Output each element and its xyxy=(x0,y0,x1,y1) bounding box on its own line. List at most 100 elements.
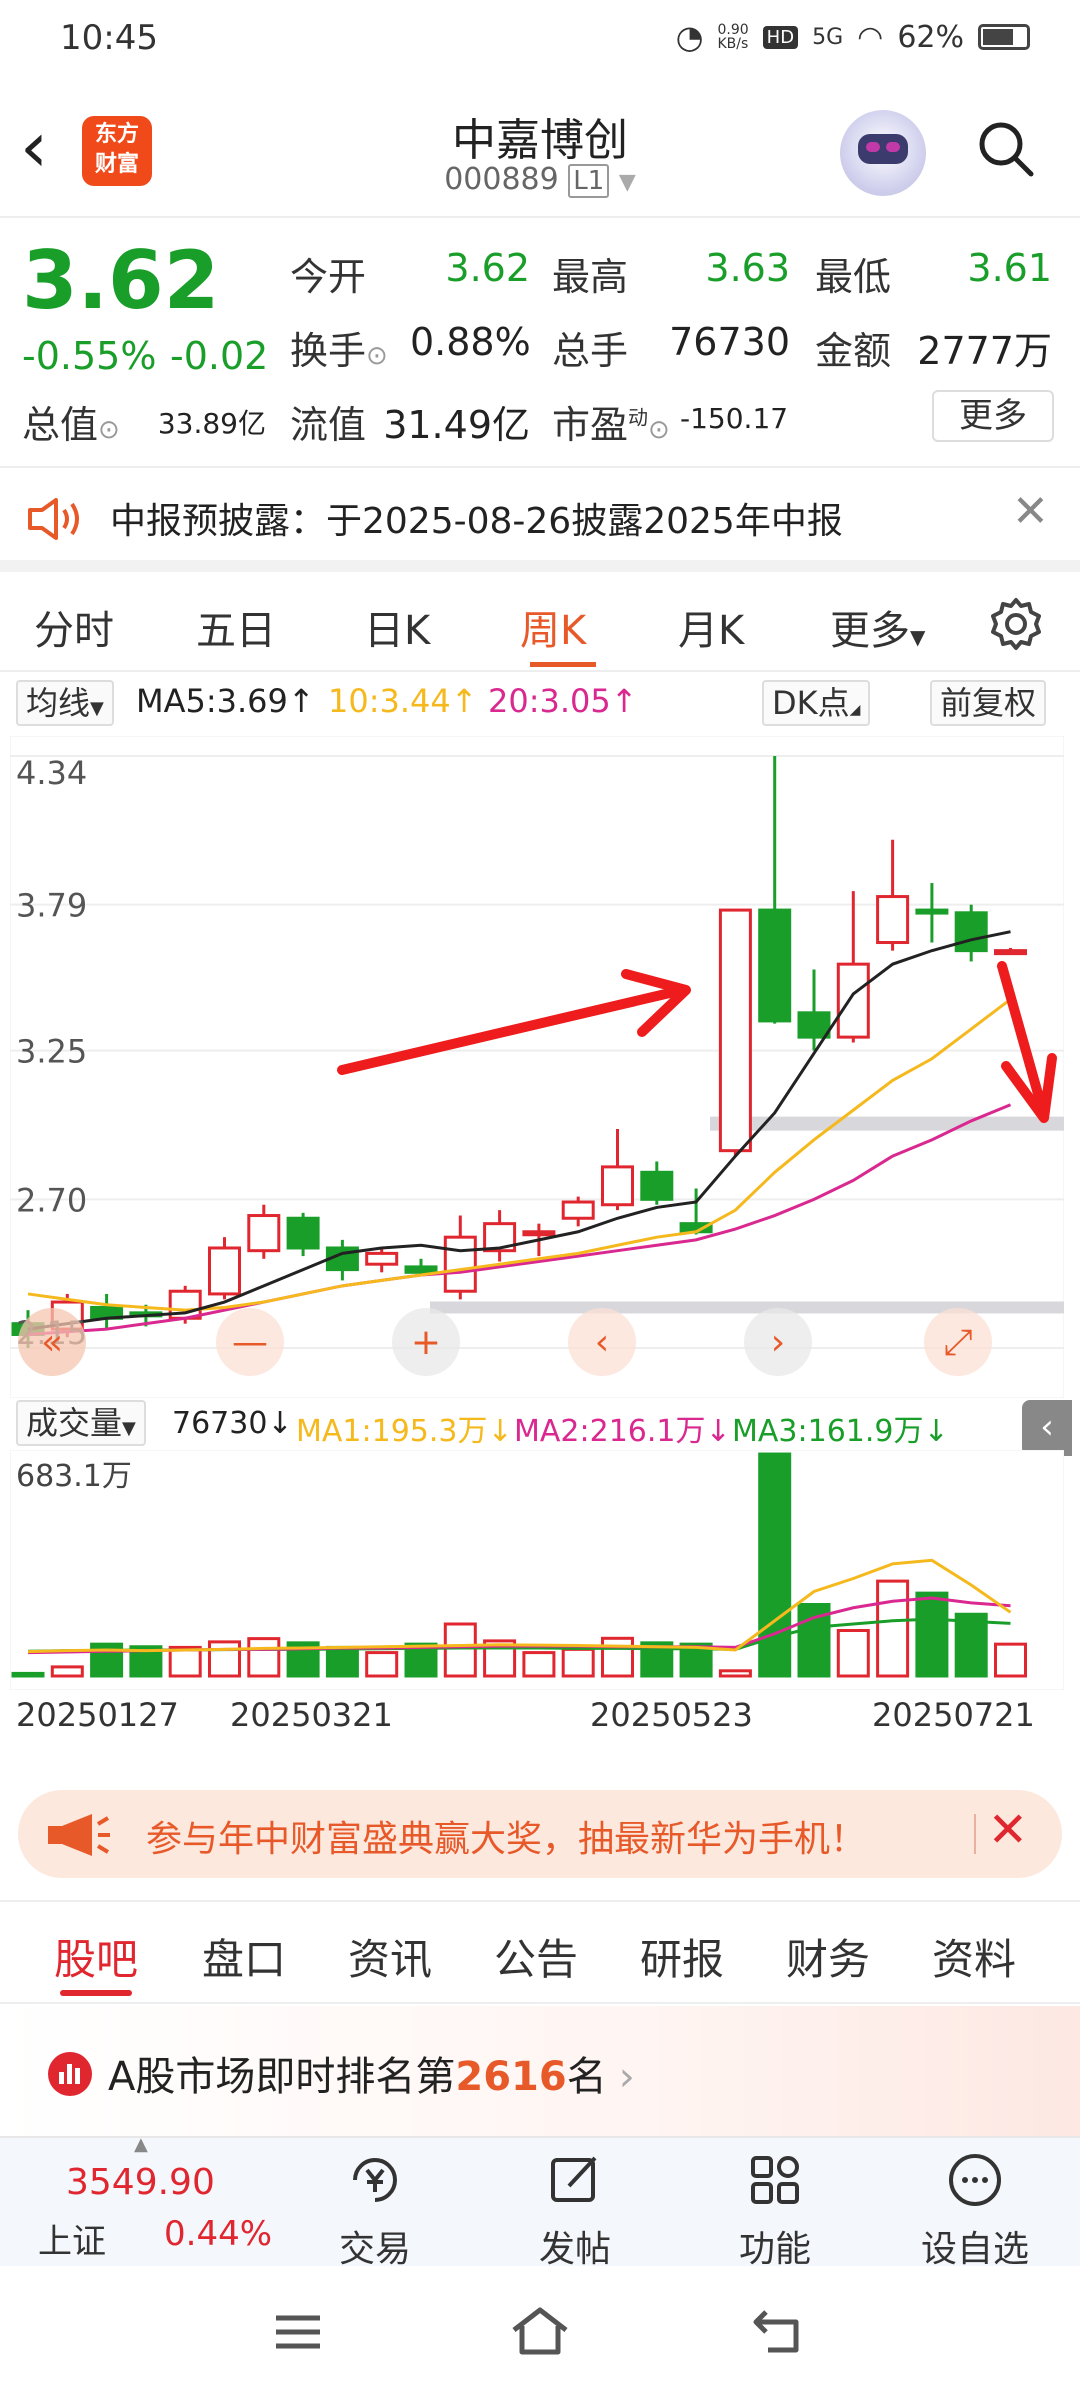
candle-up xyxy=(561,1200,595,1220)
y-tick-label: 3.25 xyxy=(16,1033,87,1071)
tab-intraday[interactable]: 分时 xyxy=(34,598,114,656)
status-icons: ◔ 0.90 KB/s HD 5G ◠ 62% xyxy=(676,18,1030,56)
collapse-panel-button[interactable]: ‹ xyxy=(1022,1400,1072,1456)
turnover-label-text: 换手 xyxy=(290,329,367,373)
turnover-label[interactable]: 换手⊙ xyxy=(290,320,388,375)
home-icon[interactable] xyxy=(508,2304,572,2358)
tab-monthly-k[interactable]: 月K xyxy=(678,598,744,656)
candle-up xyxy=(601,1165,634,1207)
tab-research[interactable]: 研报 xyxy=(640,1926,724,1987)
index-change: 0.44% xyxy=(164,2214,273,2254)
status-bar: 10:45 ◔ 0.90 KB/s HD 5G ◠ 62% xyxy=(0,0,1080,80)
battery-icon xyxy=(978,24,1030,50)
tab-weekly-k[interactable]: 周K xyxy=(520,598,586,656)
date-label: 20250523 xyxy=(590,1696,753,1734)
tab-more[interactable]: 更多▼ xyxy=(830,598,925,656)
yuan-circle-icon xyxy=(353,2158,397,2202)
adjust-button[interactable]: 前复权 xyxy=(930,680,1047,726)
notice-text: 中报预披露：于2025-08-26披露2025年中报 xyxy=(110,501,843,542)
chevron-right-icon: › xyxy=(618,2054,635,2100)
ma-selector[interactable]: 均线▼ xyxy=(16,680,114,726)
caret-up-icon: ▲ xyxy=(134,2134,148,2155)
megaphone-icon xyxy=(48,1814,110,1856)
volume-bar xyxy=(561,1647,595,1678)
volume-bar xyxy=(208,1640,241,1678)
tab-daily-k[interactable]: 日K xyxy=(364,598,430,656)
bottom-toolbar: ▲ 3549.90 上证 0.44% 交易 发帖 功能 设自选 xyxy=(0,2134,1080,2270)
candle-up xyxy=(365,1251,399,1266)
post-button[interactable]: 发帖 xyxy=(500,2138,650,2270)
active-tab-underline xyxy=(530,662,596,667)
x-axis-dates: 20250127 20250321 20250523 20250721 xyxy=(0,1696,1080,1740)
index-name: 上证 xyxy=(38,2222,106,2262)
candle-up xyxy=(994,949,1027,956)
search-icon[interactable] xyxy=(975,118,1035,178)
pe-label-text: 市盈 xyxy=(552,403,629,447)
tab-announcements[interactable]: 公告 xyxy=(494,1926,578,1987)
low-label: 最低 xyxy=(815,255,892,299)
functions-button[interactable]: 功能 xyxy=(700,2138,850,2270)
candle-down xyxy=(640,1170,674,1201)
candle-up xyxy=(836,962,870,1039)
high-label: 最高 xyxy=(552,255,629,299)
dk-point-button[interactable]: DK点◢ xyxy=(762,680,871,726)
add-watchlist-button[interactable]: 设自选 xyxy=(900,2138,1050,2270)
pe-sup: 动 xyxy=(628,405,649,430)
mcap-label[interactable]: 总值⊙ xyxy=(22,394,120,449)
tab-profile[interactable]: 资料 xyxy=(932,1926,1016,1987)
trade-button[interactable]: 交易 xyxy=(300,2138,450,2270)
kline-chart[interactable]: 4.343.793.252.702.15 «—+‹›⤢ xyxy=(10,736,1064,1398)
volume-bar xyxy=(876,1579,910,1678)
zoom-out-icon: — xyxy=(232,1322,268,1363)
info-icon: ⊙ xyxy=(648,415,670,445)
tab-five-day[interactable]: 五日 xyxy=(196,598,276,656)
chart-period-tabs: 分时 五日 日K 周K 月K 更多▼ xyxy=(0,576,1080,672)
volume-bar xyxy=(994,1642,1027,1678)
candle-up xyxy=(522,1230,556,1237)
candle-down xyxy=(758,908,792,1023)
ma-selector-label: 均线 xyxy=(26,684,91,722)
volume-max-label: 683.1万 xyxy=(16,1459,132,1494)
y-tick-label: 4.34 xyxy=(16,754,87,792)
market-rank-row[interactable]: A股市场即时排名第2616名 › xyxy=(0,2006,1080,2136)
volume-chart[interactable]: 683.1万 xyxy=(10,1450,1064,1690)
stock-header: ‹ 东方财富 中嘉博创 000889 L1 ▼ xyxy=(0,80,1080,218)
volume-bar xyxy=(758,1452,792,1678)
y-tick-label: 3.79 xyxy=(16,887,87,925)
volume-value: 76730↓ xyxy=(172,1406,293,1441)
promo-banner[interactable]: 参与年中财富盛典赢大奖，抽最新华为手机！ ✕ xyxy=(18,1790,1062,1878)
vol-ma1-label: MA1:195.3万↓ xyxy=(296,1414,513,1449)
grid-icon xyxy=(751,2156,799,2204)
amount-value: 2777万 xyxy=(917,329,1052,373)
low-value: 3.61 xyxy=(967,246,1052,290)
pe-label[interactable]: 市盈动⊙ xyxy=(552,394,670,449)
index-value: 3549.90 xyxy=(66,2162,215,2203)
rank-bars xyxy=(59,2064,80,2084)
menu-icon[interactable] xyxy=(270,2310,326,2354)
volume-bar xyxy=(915,1591,949,1678)
caret-down-icon: ▼ xyxy=(910,625,926,649)
close-icon[interactable]: ✕ xyxy=(1012,486,1049,537)
change-amount: -0.02 xyxy=(170,334,269,378)
index-quote[interactable]: ▲ 3549.90 上证 0.44% xyxy=(0,2134,290,2268)
dk-point-label: DK点 xyxy=(772,684,850,722)
tab-news[interactable]: 资讯 xyxy=(348,1926,432,1987)
tab-finance[interactable]: 财务 xyxy=(786,1926,870,1987)
amount-label: 金额 xyxy=(815,329,892,373)
candle-down xyxy=(286,1216,320,1250)
assistant-robot-avatar[interactable] xyxy=(840,110,926,196)
more-button[interactable]: 更多 xyxy=(932,390,1054,442)
volume-bar xyxy=(50,1665,84,1678)
notice-bar[interactable]: 中报预披露：于2025-08-26披露2025年中报 ✕ xyxy=(0,468,1080,572)
tab-pankou[interactable]: 盘口 xyxy=(202,1926,286,1987)
volume-bar xyxy=(11,1671,45,1678)
content-tabs: 股吧 盘口 资讯 公告 研报 财务 资料 xyxy=(0,1900,1080,2004)
volume-selector[interactable]: 成交量▼ xyxy=(16,1400,146,1446)
gear-icon[interactable] xyxy=(988,596,1044,652)
candle-up xyxy=(718,908,752,1153)
back-nav-icon[interactable] xyxy=(752,2306,808,2356)
close-icon[interactable]: ✕ xyxy=(988,1802,1028,1858)
banner-divider xyxy=(974,1814,976,1854)
high-value: 3.63 xyxy=(705,246,790,290)
tab-guba[interactable]: 股吧 xyxy=(54,1926,138,1987)
